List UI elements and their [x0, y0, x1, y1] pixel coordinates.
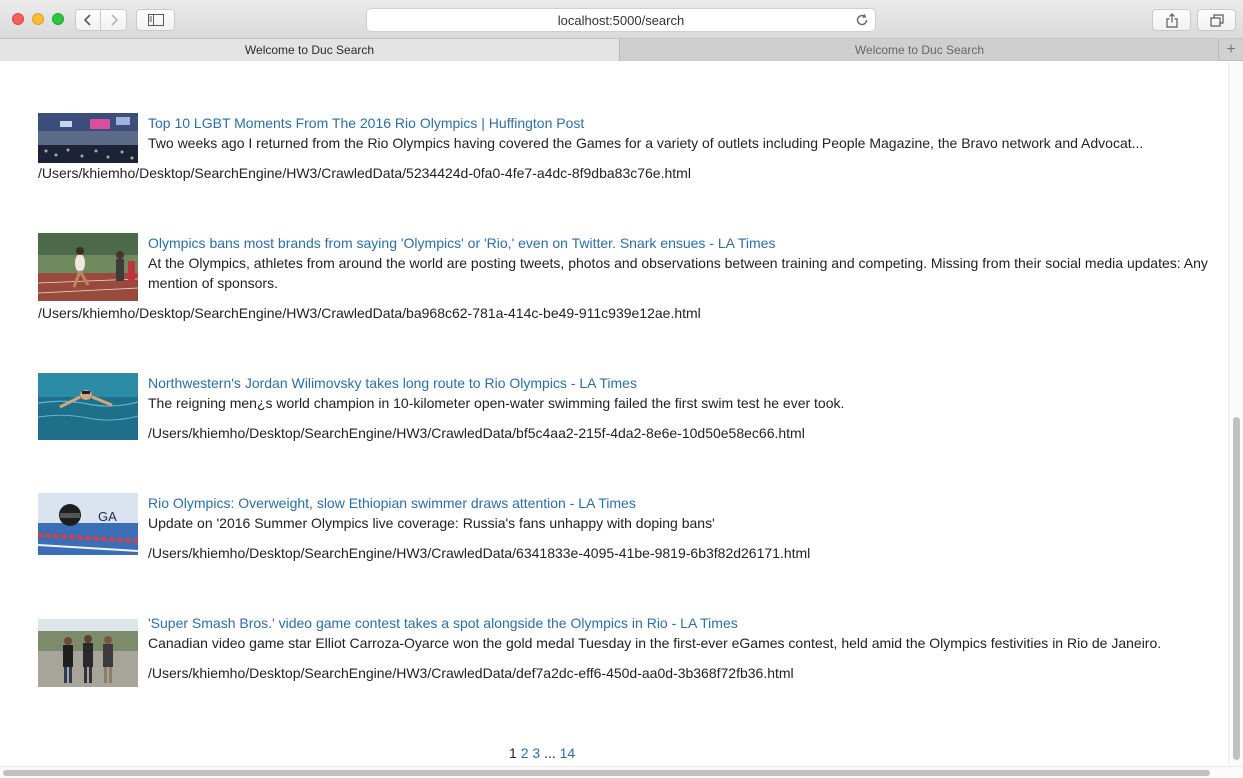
result-thumbnail[interactable] — [38, 113, 138, 163]
forward-button[interactable] — [101, 9, 127, 31]
result-snippet: Two weeks ago I returned from the Rio Ol… — [148, 135, 1144, 151]
back-button[interactable] — [75, 9, 101, 31]
result-path: /Users/khiemho/Desktop/SearchEngine/HW3/… — [38, 165, 691, 181]
vertical-scrollbar[interactable] — [1228, 62, 1243, 766]
people-image-icon — [38, 619, 138, 687]
browser-toolbar: localhost:5000/search — [0, 0, 1243, 39]
result-path: /Users/khiemho/Desktop/SearchEngine/HW3/… — [148, 425, 805, 441]
result-thumbnail[interactable] — [38, 233, 138, 301]
minimize-window-button[interactable] — [32, 13, 44, 25]
show-all-tabs-button[interactable] — [1197, 9, 1236, 31]
result-title-link[interactable]: Top 10 LGBT Moments From The 2016 Rio Ol… — [148, 113, 584, 133]
search-results-page: Top 10 LGBT Moments From The 2016 Rio Ol… — [0, 62, 1228, 766]
new-tab-button[interactable]: + — [1218, 39, 1243, 61]
result-title-link[interactable]: Northwestern's Jordan Wilimovsky takes l… — [148, 373, 637, 393]
address-bar-url: localhost:5000/search — [557, 12, 685, 28]
result-snippet: Update on '2016 Summer Olympics live cov… — [148, 515, 715, 531]
result-path: /Users/khiemho/Desktop/SearchEngine/HW3/… — [148, 665, 794, 681]
horizontal-scrollbar-thumb[interactable] — [3, 770, 1210, 776]
chevron-right-icon — [110, 14, 118, 26]
result-thumbnail[interactable] — [38, 619, 138, 687]
result-snippet: Canadian video game star Elliot Carroza-… — [148, 635, 1162, 651]
pagination-ellipsis: ... — [544, 745, 556, 761]
result-thumbnail[interactable]: GA — [38, 493, 138, 555]
result-snippet: The reigning men¿s world champion in 10-… — [148, 395, 845, 411]
result-snippet: At the Olympics, athletes from around th… — [148, 255, 1208, 291]
result-path: /Users/khiemho/Desktop/SearchEngine/HW3/… — [38, 305, 701, 321]
swimmer-lane-image-icon: GA — [38, 493, 138, 555]
zoom-window-button[interactable] — [52, 13, 64, 25]
result-thumbnail[interactable] — [38, 373, 138, 440]
swimmer-image-icon — [38, 373, 138, 440]
tab-inactive[interactable]: Welcome to Duc Search — [621, 39, 1218, 61]
horizontal-scrollbar[interactable] — [0, 766, 1243, 778]
result-path: /Users/khiemho/Desktop/SearchEngine/HW3/… — [148, 545, 811, 561]
pagination-current-page: 1 — [509, 745, 517, 761]
thumbnail-text: GA — [98, 509, 117, 524]
address-bar[interactable]: localhost:5000/search — [366, 8, 876, 32]
result-title-link[interactable]: Rio Olympics: Overweight, slow Ethiopian… — [148, 493, 636, 513]
tab-label: Welcome to Duc Search — [854, 43, 985, 57]
sidebar-icon — [147, 14, 164, 26]
share-button[interactable] — [1152, 9, 1191, 31]
sidebar-toggle-button[interactable] — [136, 9, 175, 31]
stadium-image-icon — [38, 113, 138, 163]
tab-bar: Welcome to Duc Search Welcome to Duc Sea… — [0, 39, 1243, 61]
close-window-button[interactable] — [12, 13, 24, 25]
pagination: 1 2 3 ... 14 — [509, 743, 575, 763]
chevron-left-icon — [83, 14, 91, 26]
reload-icon[interactable] — [855, 13, 869, 27]
tab-active[interactable]: Welcome to Duc Search — [0, 39, 620, 61]
track-runners-image-icon — [38, 233, 138, 301]
plus-icon: + — [1226, 41, 1236, 58]
tabs-overview-icon — [1209, 13, 1224, 27]
vertical-scrollbar-thumb[interactable] — [1233, 417, 1240, 760]
pagination-page-link[interactable]: 2 — [521, 745, 529, 761]
result-title-link[interactable]: 'Super Smash Bros.' video game contest t… — [148, 613, 738, 633]
share-icon — [1165, 12, 1178, 28]
pagination-page-link[interactable]: 3 — [532, 745, 540, 761]
pagination-last-page-link[interactable]: 14 — [560, 745, 576, 761]
tab-label: Welcome to Duc Search — [244, 43, 375, 57]
result-title-link[interactable]: Olympics bans most brands from saying 'O… — [148, 233, 775, 253]
